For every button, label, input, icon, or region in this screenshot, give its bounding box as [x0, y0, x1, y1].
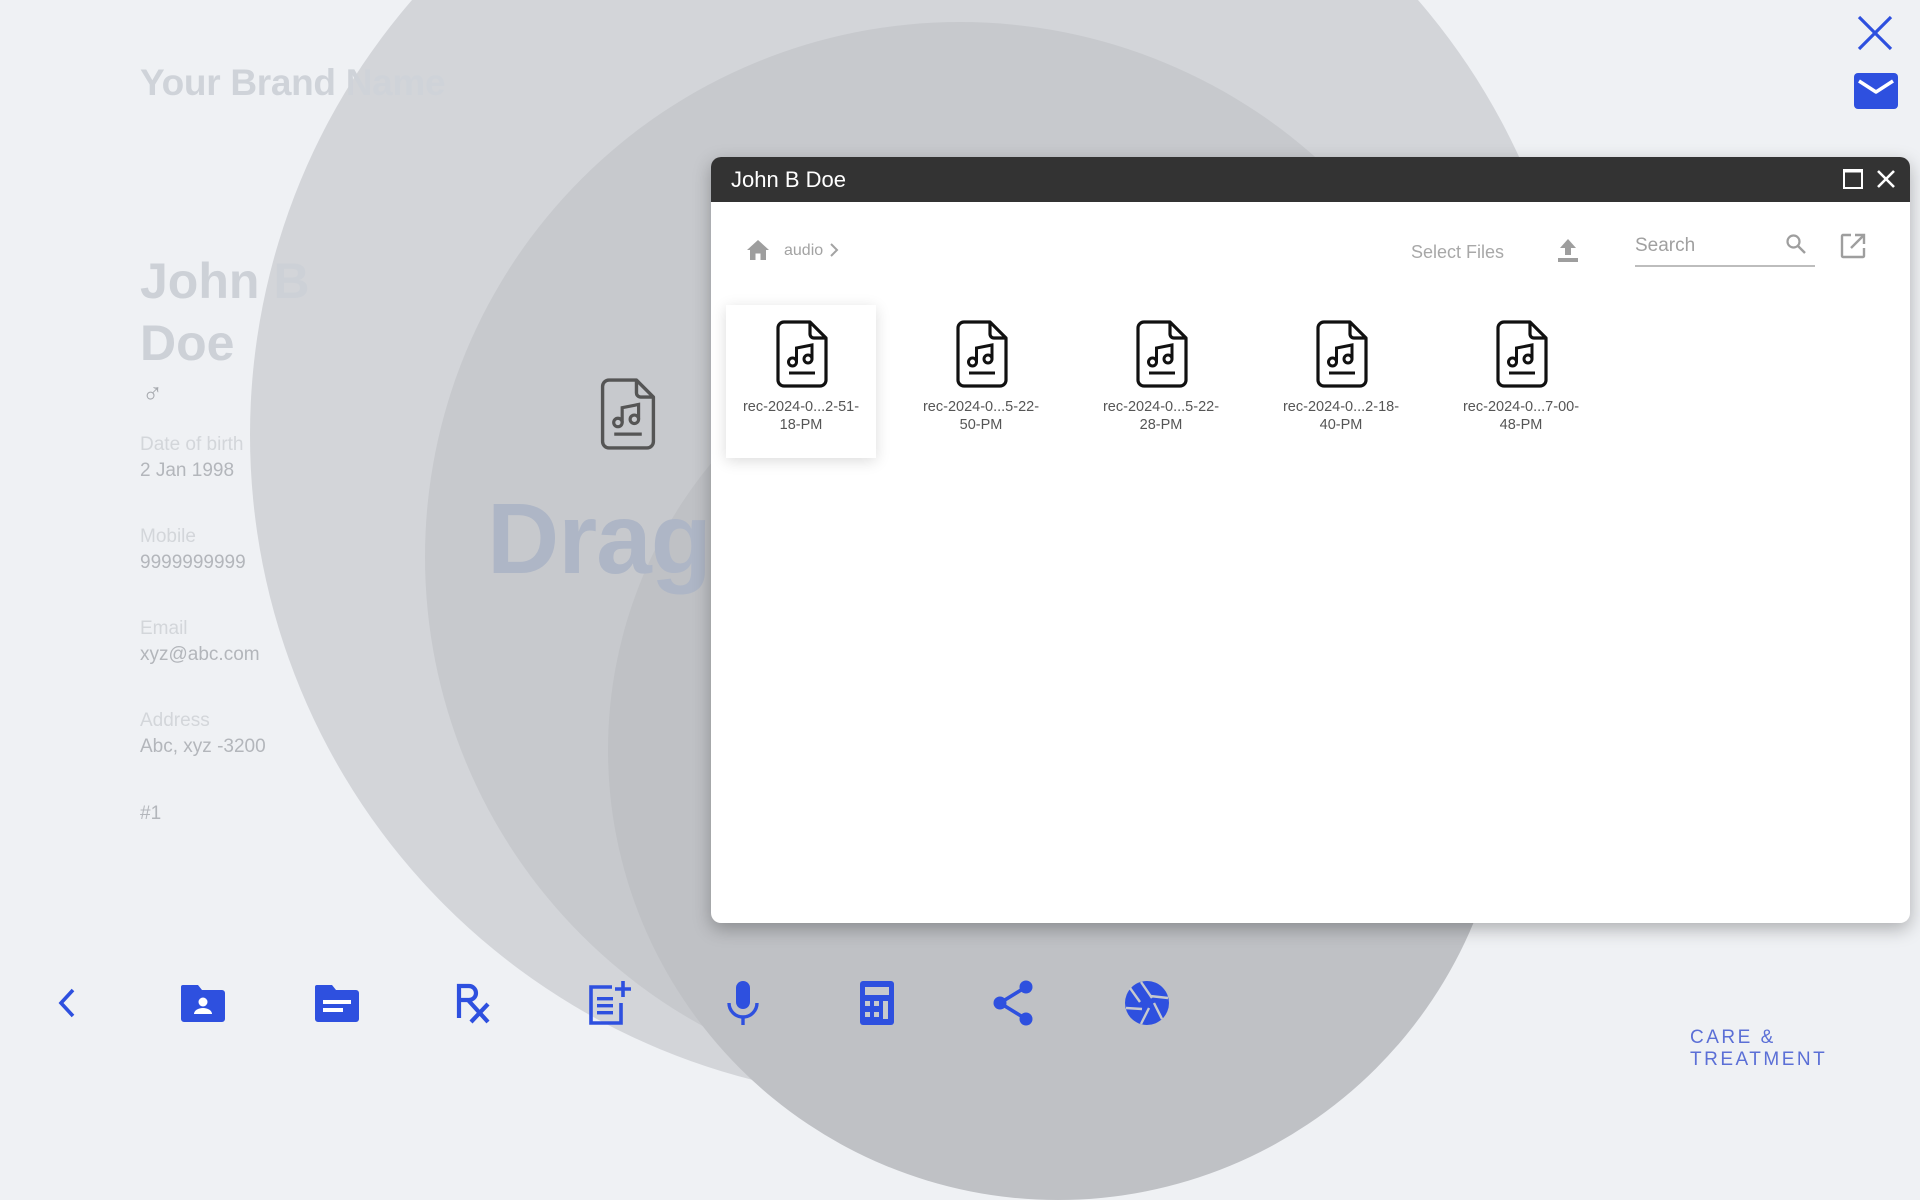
prescription-button[interactable] [448, 978, 498, 1028]
patient-name: John B Doe [140, 253, 310, 371]
open-in-new-icon[interactable] [1840, 233, 1866, 259]
audio-file-icon [956, 320, 1008, 388]
dialog-title: John B Doe [731, 167, 846, 192]
email-value: xyz@abc.com [140, 644, 260, 665]
share-icon [993, 980, 1033, 1026]
email-label: Email [140, 618, 188, 639]
audio-file-icon [776, 320, 828, 388]
patient-folder-button[interactable] [178, 978, 228, 1028]
search-icon[interactable] [1785, 233, 1807, 255]
dob-value: 2 Jan 1998 [140, 460, 235, 481]
care-treatment-label: CARE & TREATMENT [1690, 1027, 1828, 1070]
dob-label: Date of birth [140, 434, 244, 455]
microphone-icon [727, 981, 759, 1025]
select-files-button[interactable]: Select Files [1411, 242, 1504, 263]
dialog-toolbar: audio Select Files [711, 202, 1910, 282]
audio-file-icon [1496, 320, 1548, 388]
calculator-icon [860, 981, 894, 1025]
folder-notes-icon [315, 985, 359, 1022]
search-input[interactable] [1635, 229, 1775, 263]
address-label: Address [140, 710, 210, 731]
search-field [1635, 229, 1815, 267]
file-tile[interactable]: rec-2024-0...7-00- 48-PM [1446, 305, 1596, 458]
chevron-right-icon [830, 243, 839, 257]
address-value: Abc, xyz -3200 [140, 736, 266, 757]
breadcrumb-item-audio[interactable]: audio [784, 242, 823, 260]
share-button[interactable] [988, 978, 1038, 1028]
male-gender-icon: ♂ [142, 378, 163, 409]
camera-shutter-icon [1125, 981, 1169, 1025]
file-tile[interactable]: rec-2024-0...5-22- 50-PM [906, 305, 1056, 458]
file-browser-dialog: John B Doe audio Select Files Search rec… [711, 157, 1910, 923]
file-tile[interactable]: rec-2024-0...2-51- 18-PM [726, 305, 876, 458]
email-field: Email xyz@abc.com [140, 618, 260, 666]
audio-file-icon [1316, 320, 1368, 388]
record-audio-button[interactable] [718, 978, 768, 1028]
home-icon[interactable] [746, 239, 770, 261]
mobile-field: Mobile 9999999999 [140, 526, 246, 574]
mail-icon[interactable] [1853, 72, 1899, 110]
upload-icon[interactable] [1555, 237, 1581, 263]
chevron-left-icon [58, 988, 75, 1018]
dialog-header[interactable]: John B Doe [711, 157, 1910, 202]
post-add-icon [589, 981, 631, 1025]
close-icon[interactable] [1856, 14, 1894, 52]
add-note-button[interactable] [584, 978, 634, 1028]
dob-field: Date of birth 2 Jan 1998 [140, 434, 244, 482]
record-index: #1 [140, 803, 162, 824]
audio-file-icon [1136, 320, 1188, 388]
file-tile[interactable]: rec-2024-0...5-22- 28-PM [1086, 305, 1236, 458]
back-button[interactable] [42, 978, 92, 1028]
dialog-close-icon[interactable] [1874, 167, 1898, 191]
rx-icon [456, 983, 490, 1024]
camera-button[interactable] [1122, 978, 1172, 1028]
address-field: Address Abc, xyz -3200 [140, 710, 266, 758]
file-name: rec-2024-0...7-00- 48-PM [1462, 399, 1580, 433]
maximize-icon[interactable] [1841, 167, 1865, 191]
audio-file-icon [600, 378, 656, 450]
file-name: rec-2024-0...2-51- 18-PM [742, 399, 860, 433]
file-name: rec-2024-0...5-22- 50-PM [922, 399, 1040, 433]
drag-overlay-text: Drag [487, 483, 712, 595]
file-tile[interactable]: rec-2024-0...2-18- 40-PM [1266, 305, 1416, 458]
brand-name: Your Brand Name [140, 62, 446, 103]
file-name: rec-2024-0...5-22- 28-PM [1102, 399, 1220, 433]
file-name: rec-2024-0...2-18- 40-PM [1282, 399, 1400, 433]
mobile-value: 9999999999 [140, 552, 246, 573]
folder-shared-icon [181, 985, 225, 1022]
calculator-button[interactable] [852, 978, 902, 1028]
mobile-label: Mobile [140, 526, 196, 547]
documents-folder-button[interactable] [312, 978, 362, 1028]
